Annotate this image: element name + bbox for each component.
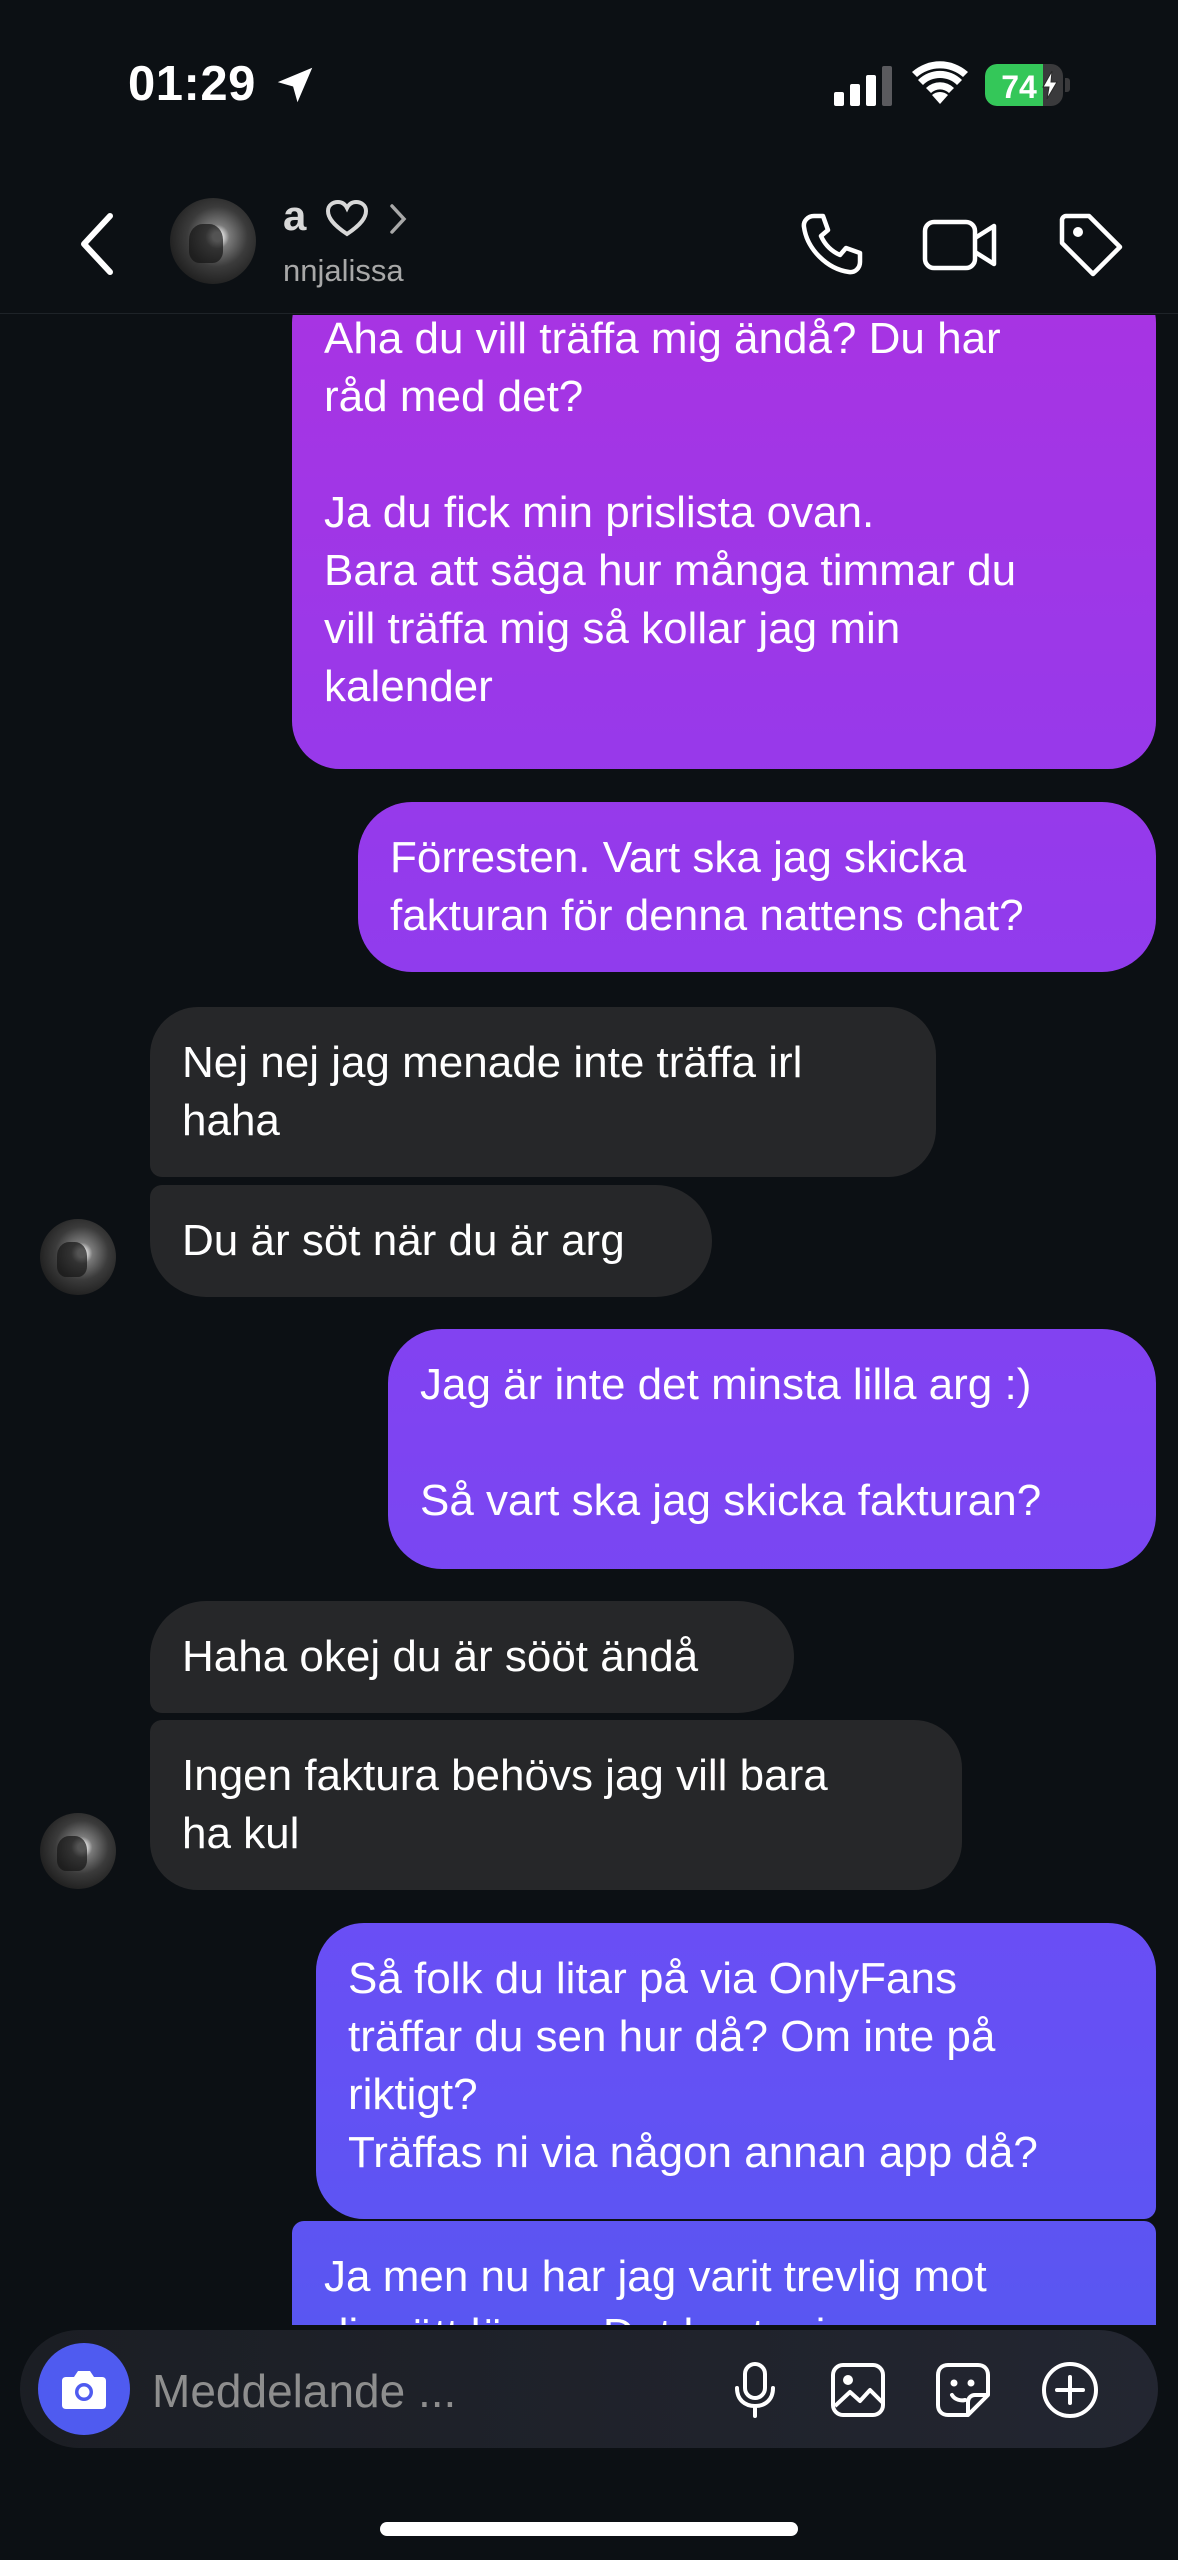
message-bubble-outgoing[interactable]: Jag är inte det minsta lilla arg :) Så v… — [388, 1329, 1156, 1569]
message-text-line: Ja men nu har jag varit trevlig mot — [324, 2252, 987, 2301]
contact-name[interactable]: a — [283, 192, 306, 240]
wifi-icon — [912, 61, 968, 104]
phone-icon[interactable] — [796, 210, 866, 280]
message-text-line: Haha okej du är sööt ändå — [182, 1632, 699, 1681]
sticker-icon[interactable] — [933, 2360, 993, 2420]
contact-avatar[interactable] — [170, 198, 256, 284]
message-text-line: fakturan för denna nattens chat? — [390, 891, 1024, 940]
contact-username[interactable]: nnjalissa — [283, 253, 404, 289]
status-time: 01:29 — [128, 57, 256, 111]
message-text-line: ha kul — [182, 1809, 300, 1858]
chat-header: a nnjalissa — [0, 170, 1178, 314]
message-text-line — [420, 1414, 1124, 1472]
message-text-line: haha — [182, 1096, 280, 1145]
message-text-line: Så folk du litar på via OnlyFans — [348, 1954, 957, 2003]
image-icon[interactable] — [828, 2360, 888, 2420]
message-bubble-incoming[interactable]: Du är söt när du är arg — [150, 1185, 712, 1297]
sender-avatar[interactable] — [40, 1219, 116, 1295]
message-text-line: Ingen faktura behövs jag vill bara — [182, 1751, 828, 1800]
message-composer: Meddelande ... — [20, 2330, 1158, 2448]
message-bubble-incoming[interactable]: Haha okej du är sööt ändå — [150, 1601, 794, 1713]
signal-icon — [834, 66, 892, 106]
message-bubble-outgoing[interactable]: Förresten. Vart ska jag skicka fakturan f… — [358, 802, 1156, 972]
microphone-icon[interactable] — [725, 2360, 785, 2420]
plus-circle-icon[interactable] — [1040, 2360, 1100, 2420]
camera-button[interactable] — [38, 2343, 130, 2435]
message-text-line: Träffas ni via någon annan app då? — [348, 2128, 1038, 2177]
message-thread[interactable]: Aha du vill träffa mig ändå? Du har råd m… — [0, 315, 1178, 2325]
message-text-line: riktigt? — [348, 2070, 478, 2119]
video-camera-icon[interactable] — [922, 212, 998, 278]
message-text-line: Nej nej jag menade inte träffa irl — [182, 1038, 803, 1087]
home-indicator[interactable] — [380, 2522, 798, 2536]
chevron-right-icon[interactable] — [386, 202, 410, 236]
message-bubble-outgoing[interactable]: Aha du vill träffa mig ändå? Du har råd m… — [292, 315, 1156, 769]
message-text-line: Förresten. Vart ska jag skicka — [390, 833, 967, 882]
message-text-line: dig rätt länge. Det kostar ju pengar — [324, 2306, 1124, 2325]
message-text-line: Du är söt när du är arg — [182, 1216, 625, 1265]
message-text-line: träffar du sen hur då? Om inte på — [348, 2012, 996, 2061]
battery-icon: 74 — [985, 64, 1071, 106]
status-bar: 01:29 74 — [0, 0, 1178, 170]
charging-bolt-icon — [1042, 71, 1058, 99]
message-text-line: vill träffa mig så kollar jag min — [324, 604, 901, 653]
message-text-line: kalender — [324, 662, 493, 711]
message-input[interactable]: Meddelande ... — [152, 2364, 456, 2418]
message-text-line: Bara att säga hur många timmar du — [324, 546, 1017, 595]
message-text-line: råd med det? — [324, 372, 584, 421]
message-text-line: Så vart ska jag skicka fakturan? — [420, 1476, 1042, 1525]
message-bubble-incoming[interactable]: Nej nej jag menade inte träffa irl haha — [150, 1007, 936, 1177]
camera-icon — [62, 2371, 106, 2409]
message-text-line — [324, 426, 1124, 484]
message-text-line: Aha du vill träffa mig ändå? Du har — [324, 315, 1001, 363]
sender-avatar[interactable] — [40, 1813, 116, 1889]
message-bubble-incoming[interactable]: Ingen faktura behövs jag vill bara ha kul — [150, 1720, 962, 1890]
battery-percent: 74 — [1001, 69, 1037, 105]
heart-icon — [326, 200, 368, 237]
message-text-line: Jag är inte det minsta lilla arg :) — [420, 1360, 1032, 1409]
location-arrow-icon — [277, 67, 313, 103]
message-bubble-outgoing[interactable]: Så folk du litar på via OnlyFans träffar … — [316, 1923, 1156, 2219]
back-icon[interactable] — [70, 210, 126, 278]
message-bubble-outgoing[interactable]: Ja men nu har jag varit trevlig mot dig r… — [292, 2221, 1156, 2325]
tag-icon[interactable] — [1056, 210, 1126, 280]
message-text-line: Ja du fick min prislista ovan. — [324, 488, 875, 537]
